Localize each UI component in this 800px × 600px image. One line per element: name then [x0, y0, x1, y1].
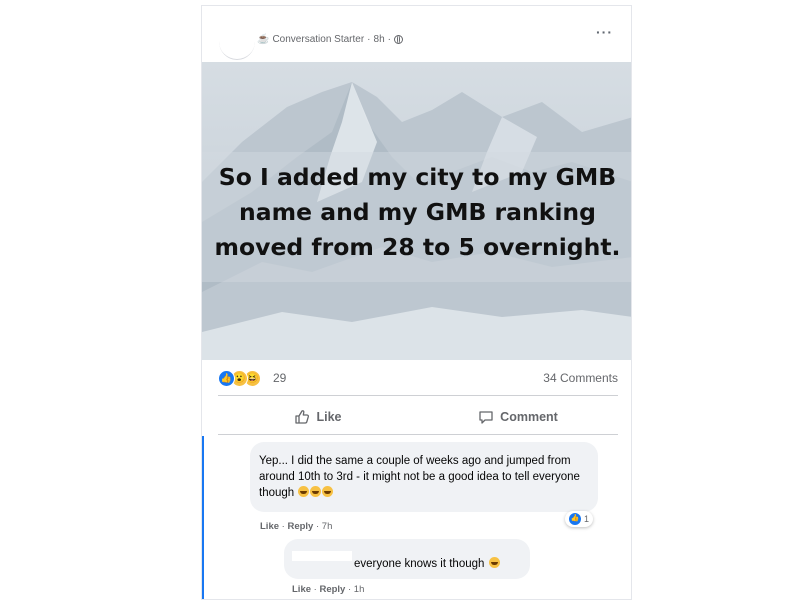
comment-text: Yep... I did the same a couple of weeks …: [259, 455, 580, 499]
group-badge[interactable]: Conversation Starter: [272, 34, 364, 45]
comments-count[interactable]: 34 Comments: [543, 371, 618, 385]
meta-separator: ·: [387, 34, 391, 45]
like-button[interactable]: Like: [218, 400, 418, 434]
divider: [218, 434, 618, 435]
post-meta: ☕ Conversation Starter · 8h ·: [257, 34, 403, 45]
post-actions: Like Comment: [218, 400, 618, 434]
post-text: So I added my city to my GMB name and my…: [214, 163, 621, 261]
like-label: Like: [316, 410, 342, 424]
reply-meta: Like · Reply · 1h: [292, 584, 365, 595]
globe-icon: [393, 35, 403, 44]
laughing-emoji-icon: [310, 486, 322, 497]
post-header: ☕ Conversation Starter · 8h · ···: [202, 6, 631, 62]
comment-label: Comment: [500, 410, 558, 424]
comment-meta: Like · Reply · 7h: [260, 521, 333, 532]
meta-separator: ·: [367, 34, 371, 45]
reply-like-link[interactable]: Like: [292, 584, 311, 595]
post-time[interactable]: 8h: [374, 34, 385, 45]
post-card: ☕ Conversation Starter · 8h · ··· So I a…: [201, 5, 632, 600]
laughing-emoji-icon: [298, 486, 310, 497]
comment-reaction-count: 1: [583, 514, 589, 524]
laughing-emoji-icon: [488, 557, 500, 568]
reply-reply-link[interactable]: Reply: [319, 584, 345, 595]
comment-bubble-icon: [479, 411, 493, 424]
comment-author-redacted[interactable]: ▬▬▬ ▬▬▬ ▬: [258, 442, 326, 449]
comment-reply-link[interactable]: Reply: [287, 521, 313, 532]
redaction-mask: [292, 551, 352, 561]
comment-bubble[interactable]: ▬▬▬ ▬▬▬ ▬ Yep... I did the same a couple…: [250, 442, 598, 512]
avatar[interactable]: [219, 23, 255, 60]
like-reaction-icon: 👍: [218, 370, 235, 387]
comment-time[interactable]: 7h: [322, 521, 333, 532]
comments-section: ▬▬▬ ▬▬▬ ▬ Yep... I did the same a couple…: [202, 436, 631, 599]
more-options-icon[interactable]: ···: [596, 24, 613, 40]
reaction-count[interactable]: 29: [273, 371, 286, 385]
comment-like-link[interactable]: Like: [260, 521, 279, 532]
reply-text: everyone knows it though: [354, 556, 500, 572]
thumbs-up-icon: [295, 410, 310, 424]
comment-reaction-badge[interactable]: 👍 1: [565, 511, 593, 527]
post-image[interactable]: So I added my city to my GMB name and my…: [202, 62, 631, 360]
like-reaction-icon: 👍: [568, 513, 581, 525]
divider: [218, 395, 618, 396]
reaction-icons[interactable]: 👍 😮 😆: [218, 370, 261, 387]
reply-time[interactable]: 1h: [354, 584, 365, 595]
laughing-emoji-icon: [322, 486, 334, 497]
reply-bubble[interactable]: ▬ everyone knows it though: [284, 539, 530, 579]
comment-button[interactable]: Comment: [418, 400, 618, 434]
reply-author-redacted[interactable]: ▬: [292, 543, 301, 551]
coffee-cup-icon: ☕: [257, 34, 270, 45]
thread-highlight-bar: [202, 436, 204, 599]
reactions-summary: 👍 😮 😆 29 34 Comments: [218, 368, 618, 390]
